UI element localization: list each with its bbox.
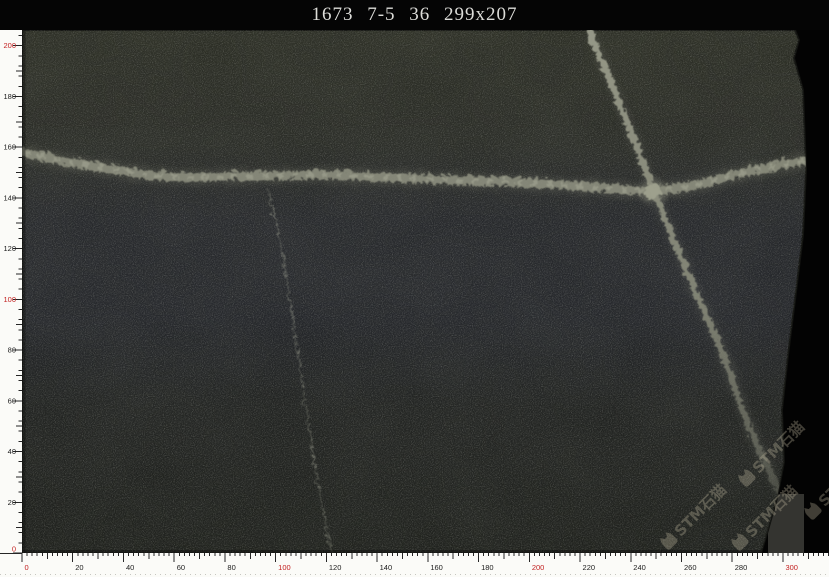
ruler-label: 60 <box>177 563 185 572</box>
ruler-label: 140 <box>380 563 393 572</box>
vein-intersection <box>642 181 660 197</box>
stone-scan-viewer: 1673 7-5 36 299x207 <box>0 0 829 577</box>
ruler-label: 220 <box>583 563 596 572</box>
title-bar: 1673 7-5 36 299x207 <box>0 0 829 30</box>
ruler-label: 20 <box>75 563 83 572</box>
ruler-label: 60 <box>8 396 16 405</box>
ruler-label: 260 <box>684 563 697 572</box>
ruler-label: 200 <box>3 41 16 50</box>
ruler-label: 0 <box>12 545 16 554</box>
ruler-label: 40 <box>126 563 134 572</box>
slab-title: 1673 7-5 36 299x207 <box>311 4 517 26</box>
ruler-label: 160 <box>3 143 16 152</box>
ruler-label: 160 <box>430 563 443 572</box>
ruler-label: 180 <box>3 92 16 101</box>
ruler-label: 80 <box>8 346 16 355</box>
vertical-ruler: 0 20 40 60 80 100 120 140 160 180 200 <box>0 30 22 553</box>
horizontal-ruler: 0 20 40 60 80 100 120 140 160 180 200 220 240 260 280 3… <box>0 553 829 577</box>
ruler-label: 280 <box>735 563 748 572</box>
ruler-label: 240 <box>633 563 646 572</box>
ruler-label: 300 <box>785 563 798 572</box>
slab-image[interactable]: STM石猫STM石猫STM石猫STM石猫 <box>0 30 829 553</box>
ruler-label: 140 <box>3 193 16 202</box>
ruler-label: 100 <box>3 295 16 304</box>
ruler-label: 20 <box>8 498 16 507</box>
ruler-label: 120 <box>3 244 16 253</box>
ruler-label: 80 <box>227 563 235 572</box>
ruler-label: 180 <box>481 563 494 572</box>
ruler-label: 200 <box>532 563 545 572</box>
ruler-label: 40 <box>8 447 16 456</box>
ruler-label: 100 <box>278 563 291 572</box>
ruler-label: 0 <box>25 563 29 572</box>
ruler-label: 120 <box>329 563 342 572</box>
